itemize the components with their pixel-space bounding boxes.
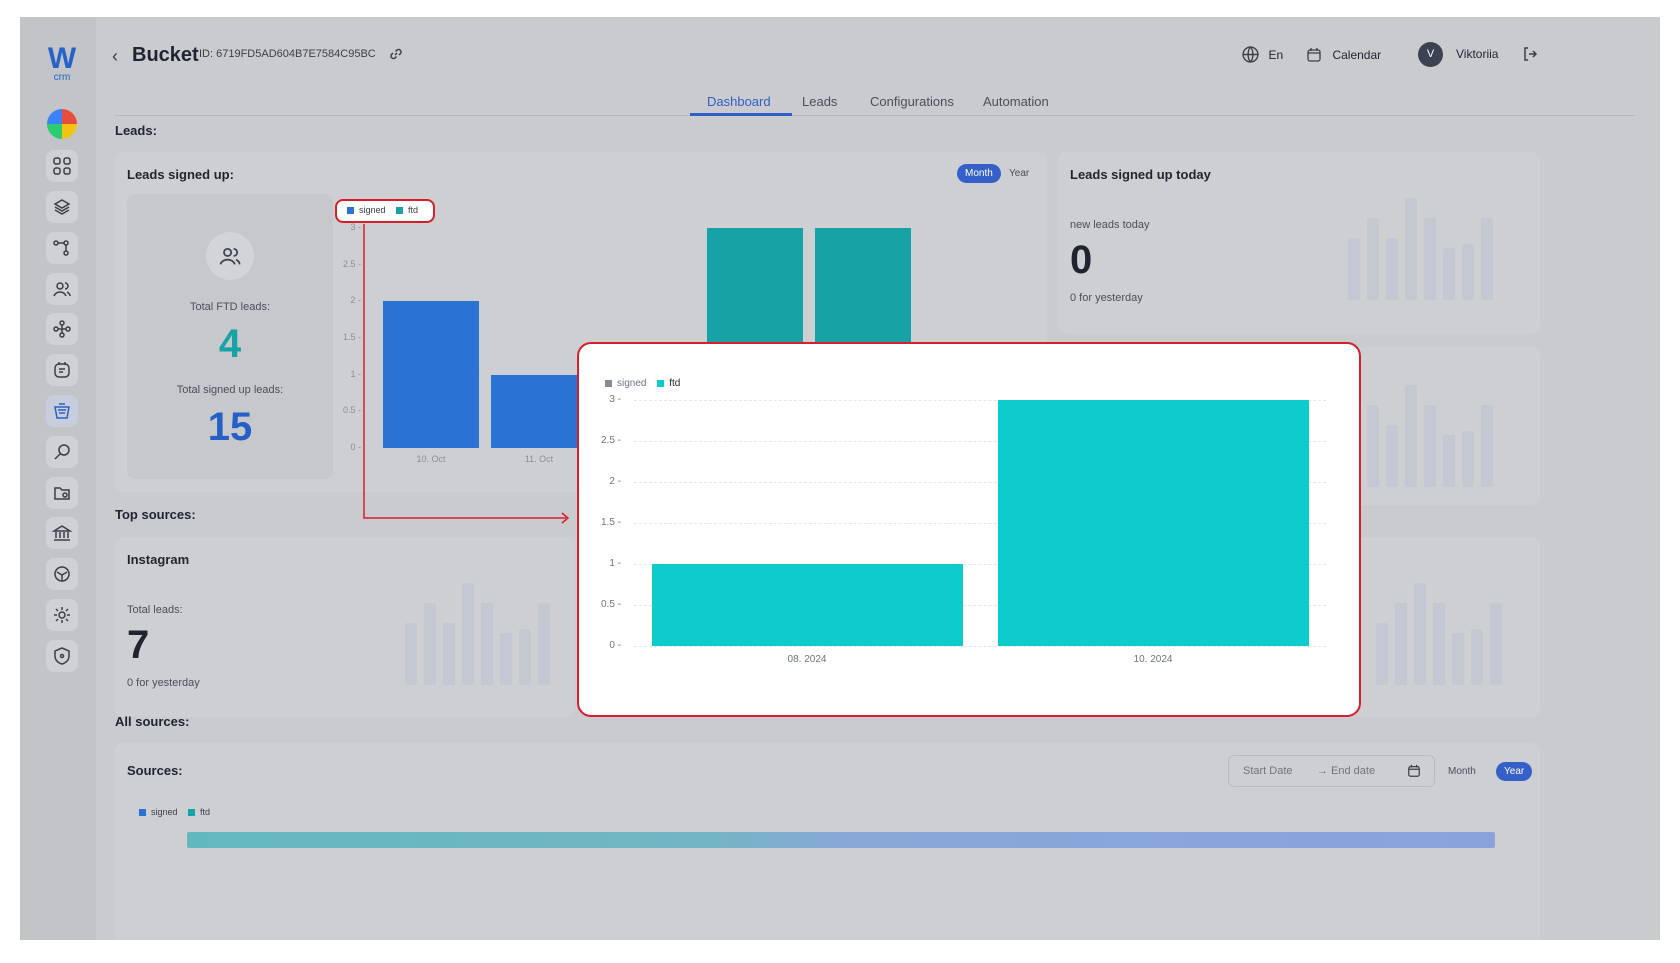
popup-y-tick-label: 2.5 - [600,435,621,446]
popup-y-tick-label: 0 - [609,640,621,651]
popup-y-tick-label: 0.5 - [600,599,621,610]
popup-x-tick-label: 08. 2024 [787,654,827,665]
popup-y-tick-label: 3 - [609,394,621,405]
popup-y-tick-label: 1.5 - [600,517,621,528]
popup-y-tick-label: 1 - [609,558,621,569]
popup-y-tick-label: 2 - [609,476,621,487]
popup-bar-ftd[interactable] [997,400,1309,646]
zoomed-chart-popup: signed ftd 0 -0.5 -1 -1.5 -2 -2.5 -3 -08… [577,342,1361,717]
popup-gridline [634,646,1326,647]
popup-x-tick-label: 10. 2024 [1133,654,1173,665]
popup-chart: 0 - 0.5 - 1 - 1.5 - 2 - 2.5 - 3 - 08. 2024 10. 2… [579,344,1359,715]
popup-bar-ftd[interactable] [651,564,963,646]
